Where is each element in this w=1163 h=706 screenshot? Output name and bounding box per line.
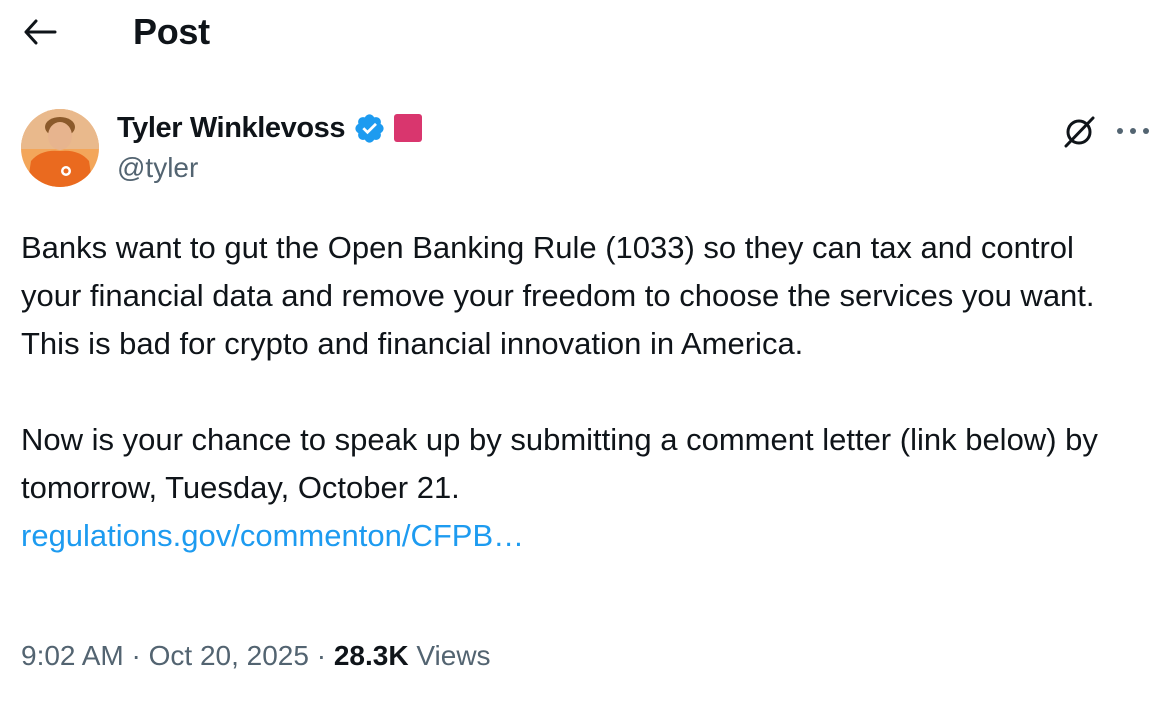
post-date[interactable]: Oct 20, 2025 [149,640,309,671]
post-meta: 9:02 AM · Oct 20, 2025 · 28.3K Views [21,634,491,678]
back-button[interactable] [18,10,62,54]
more-horizontal-icon[interactable] [1112,112,1154,150]
author-name[interactable]: Tyler Winklevoss [117,112,346,145]
page-title: Post [133,11,210,52]
arrow-left-icon [24,19,57,45]
meta-separator: · [123,640,149,671]
post-time[interactable]: 9:02 AM [21,640,124,671]
post-paragraph-1: Banks want to gut the Open Banking Rule … [21,230,1103,361]
post-page: Post Tyler Winklevoss @tyler Banks want … [0,0,1163,706]
author-name-row: Tyler Winklevoss [117,108,423,148]
author-handle[interactable]: @tyler [117,150,198,186]
header: Post [0,0,1163,66]
verified-badge-icon[interactable] [353,112,386,145]
affiliate-badge[interactable] [394,114,423,142]
avatar[interactable] [21,109,99,187]
post-paragraph-2: Now is your chance to speak up by submit… [21,422,1107,505]
post-text: Banks want to gut the Open Banking Rule … [21,224,1131,560]
post-link[interactable]: regulations.gov/commenton/CFPB… [21,512,524,560]
views-count[interactable]: 28.3K [334,640,409,671]
grok-icon[interactable] [1060,112,1098,150]
meta-separator-2: · [308,640,334,671]
views-label[interactable]: Views [409,640,490,671]
